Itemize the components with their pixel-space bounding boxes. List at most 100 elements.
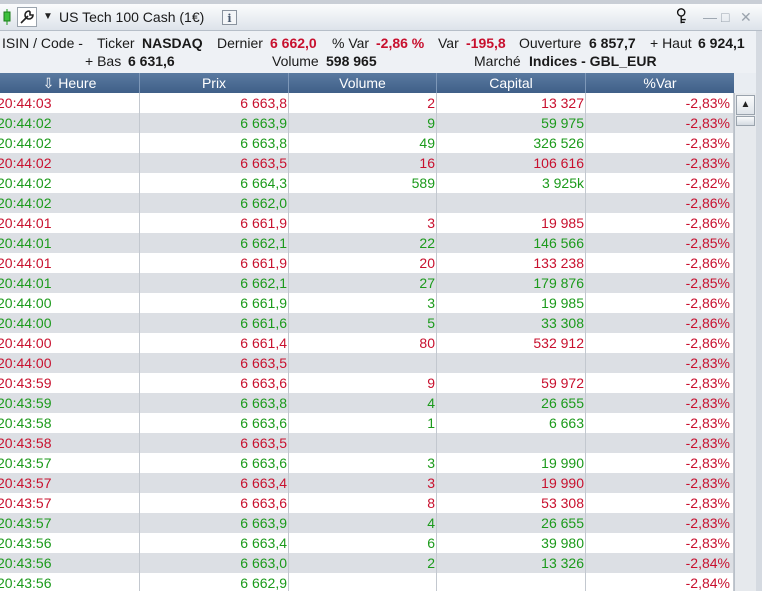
dernier-value: 6 662,0 (270, 35, 317, 51)
cell-price: 6 663,9 (140, 513, 289, 533)
table-row[interactable]: 20:43:56 6 663,0 2 13 326 -2,84% (0, 553, 734, 573)
cell-capital: 146 566 (437, 233, 586, 253)
cell-time: 20:44:00 (0, 313, 140, 333)
ticker-value: NASDAQ (142, 35, 203, 51)
cell-volume: 3 (289, 473, 437, 493)
cell-time: 20:44:01 (0, 213, 140, 233)
table-row[interactable]: 20:44:01 6 662,1 27 179 876 -2,85% (0, 273, 734, 293)
cell-time: 20:44:00 (0, 293, 140, 313)
cell-time: 20:44:02 (0, 193, 140, 213)
cell-time: 20:44:00 (0, 333, 140, 353)
cell-price: 6 663,8 (140, 393, 289, 413)
table-row[interactable]: 20:44:02 6 663,5 16 106 616 -2,83% (0, 153, 734, 173)
table-row[interactable]: 20:44:01 6 661,9 20 133 238 -2,86% (0, 253, 734, 273)
table-row[interactable]: 20:44:00 6 661,9 3 19 985 -2,86% (0, 293, 734, 313)
table-row[interactable]: 20:44:01 6 661,9 3 19 985 -2,86% (0, 213, 734, 233)
table-row[interactable]: 20:43:56 6 663,4 6 39 980 -2,83% (0, 533, 734, 553)
marche-value: Indices - GBL_EUR (529, 53, 657, 69)
cell-time: 20:43:57 (0, 493, 140, 513)
cell-pvar: -2,83% (586, 153, 734, 173)
cell-volume: 22 (289, 233, 437, 253)
column-header-volume[interactable]: Volume (289, 73, 437, 93)
pvar-label: % Var (332, 35, 370, 51)
cell-price: 6 663,6 (140, 453, 289, 473)
table-row[interactable]: 20:44:00 6 661,6 5 33 308 -2,86% (0, 313, 734, 333)
table-row[interactable]: 20:43:59 6 663,8 4 26 655 -2,83% (0, 393, 734, 413)
table-row[interactable]: 20:43:58 6 663,6 1 6 663 -2,83% (0, 413, 734, 433)
cell-pvar: -2,86% (586, 193, 734, 213)
table-row[interactable]: 20:43:56 6 662,9 -2,84% (0, 573, 734, 591)
close-button[interactable]: ✕ (740, 8, 752, 26)
cell-volume: 5 (289, 313, 437, 333)
table-row[interactable]: 20:44:01 6 662,1 22 146 566 -2,85% (0, 233, 734, 253)
table-row[interactable]: 20:44:02 6 662,0 -2,86% (0, 193, 734, 213)
cell-volume: 20 (289, 253, 437, 273)
table-row[interactable]: 20:43:57 6 663,4 3 19 990 -2,83% (0, 473, 734, 493)
sort-down-icon: ⇩ (42, 75, 55, 91)
table-row[interactable]: 20:43:57 6 663,9 4 26 655 -2,83% (0, 513, 734, 533)
cell-price: 6 663,0 (140, 553, 289, 573)
cell-capital (437, 193, 586, 213)
cell-time: 20:44:02 (0, 113, 140, 133)
cell-price: 6 663,5 (140, 353, 289, 373)
cell-price: 6 663,4 (140, 473, 289, 493)
cell-volume: 49 (289, 133, 437, 153)
maximize-button[interactable]: □ (721, 8, 729, 26)
table-row[interactable]: 20:44:02 6 663,9 9 59 975 -2,83% (0, 113, 734, 133)
cell-pvar: -2,83% (586, 373, 734, 393)
table-row[interactable]: 20:44:00 6 661,4 80 532 912 -2,86% (0, 333, 734, 353)
table-row[interactable]: 20:43:59 6 663,6 9 59 972 -2,83% (0, 373, 734, 393)
var-value: -195,8 (466, 35, 506, 51)
vertical-scrollbar[interactable]: ▲ (734, 93, 757, 591)
column-header-heure[interactable]: ⇩ Heure (0, 73, 140, 93)
column-header-prix[interactable]: Prix (140, 73, 289, 93)
minimize-button[interactable]: — (703, 8, 717, 26)
scroll-thumb[interactable] (736, 116, 755, 126)
haut-value: 6 924,1 (698, 35, 745, 51)
cell-capital: 13 326 (437, 553, 586, 573)
cell-pvar: -2,83% (586, 453, 734, 473)
table-row[interactable]: 20:44:02 6 664,3 589 3 925k -2,82% (0, 173, 734, 193)
column-header-pvar[interactable]: %Var (586, 73, 734, 93)
cell-pvar: -2,83% (586, 413, 734, 433)
cell-pvar: -2,83% (586, 393, 734, 413)
cell-price: 6 663,6 (140, 493, 289, 513)
table-row[interactable]: 20:44:02 6 663,8 49 326 526 -2,83% (0, 133, 734, 153)
cell-price: 6 661,6 (140, 313, 289, 333)
pin-icon[interactable] (672, 7, 694, 25)
arrow-up-icon: ▲ (740, 99, 751, 110)
cell-pvar: -2,83% (586, 533, 734, 553)
cell-pvar: -2,85% (586, 273, 734, 293)
cell-time: 20:43:56 (0, 553, 140, 573)
cell-capital: 39 980 (437, 533, 586, 553)
cell-volume: 1 (289, 413, 437, 433)
cell-price: 6 663,5 (140, 153, 289, 173)
volume-value: 598 965 (326, 53, 377, 69)
cell-capital: 19 990 (437, 473, 586, 493)
table-row[interactable]: 20:43:57 6 663,6 3 19 990 -2,83% (0, 453, 734, 473)
cell-pvar: -2,83% (586, 93, 734, 113)
info-button[interactable]: i (222, 10, 237, 25)
column-header-capital[interactable]: Capital (437, 73, 586, 93)
window-titlebar[interactable]: ▼ US Tech 100 Cash (1€) i — □ ✕ (0, 4, 762, 31)
cell-pvar: -2,86% (586, 293, 734, 313)
cell-time: 20:44:01 (0, 233, 140, 253)
cell-price: 6 663,4 (140, 533, 289, 553)
settings-wrench-button[interactable] (17, 7, 37, 27)
trades-table-body[interactable]: 20:44:03 6 663,8 2 13 327 -2,83% 20:44:02 6 66… (0, 93, 734, 591)
table-row[interactable]: 20:43:58 6 663,5 -2,83% (0, 433, 734, 453)
cell-capital: 179 876 (437, 273, 586, 293)
cell-volume: 3 (289, 213, 437, 233)
cell-volume: 4 (289, 393, 437, 413)
scroll-up-button[interactable]: ▲ (736, 95, 755, 115)
cell-pvar: -2,83% (586, 133, 734, 153)
cell-capital: 133 238 (437, 253, 586, 273)
cell-pvar: -2,83% (586, 513, 734, 533)
table-row[interactable]: 20:44:00 6 663,5 -2,83% (0, 353, 734, 373)
dropdown-arrow-icon[interactable]: ▼ (43, 11, 53, 22)
cell-pvar: -2,84% (586, 553, 734, 573)
table-row[interactable]: 20:43:57 6 663,6 8 53 308 -2,83% (0, 493, 734, 513)
cell-volume (289, 353, 437, 373)
table-row[interactable]: 20:44:03 6 663,8 2 13 327 -2,83% (0, 93, 734, 113)
cell-pvar: -2,85% (586, 233, 734, 253)
